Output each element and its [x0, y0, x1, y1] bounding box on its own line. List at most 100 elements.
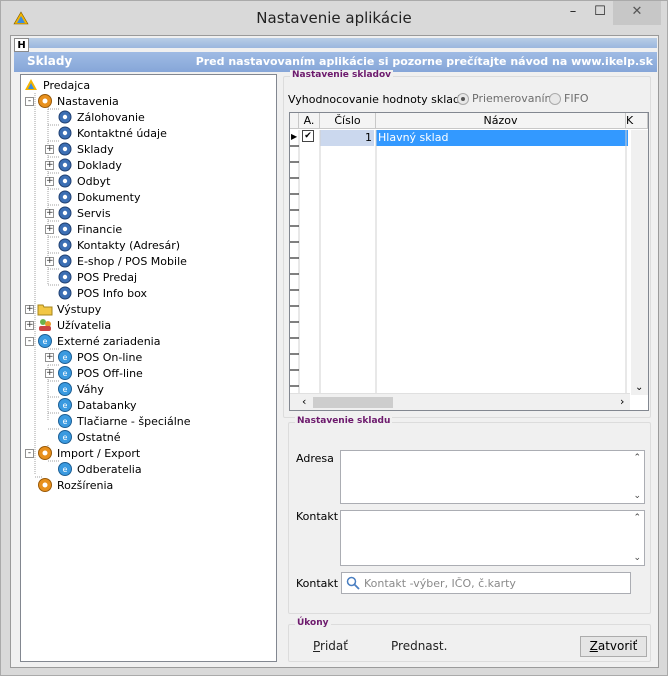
tree-item-label: Kontaktné údaje	[77, 126, 167, 140]
tree-item[interactable]: - Nastavenia	[25, 93, 119, 109]
tree-item[interactable]: Dokumenty	[45, 189, 140, 205]
tree-item[interactable]: + Odbyt	[45, 173, 110, 189]
add-button[interactable]: Pridať	[313, 639, 348, 653]
svg-text:e: e	[63, 385, 68, 394]
expand-icon[interactable]: +	[45, 160, 54, 170]
tree-item[interactable]: + Doklady	[45, 157, 122, 173]
textarea2-down-arrow-icon[interactable]: ⌄	[633, 553, 641, 563]
tree-item[interactable]: + Servis	[45, 205, 111, 221]
textarea-up-arrow-icon[interactable]: ⌃	[633, 453, 641, 463]
grid-header-name[interactable]: Názov	[376, 113, 626, 129]
collapse-icon[interactable]: -	[25, 336, 34, 346]
expand-icon[interactable]: +	[25, 320, 34, 330]
scroll-left-arrow-icon[interactable]: ‹	[302, 395, 306, 408]
tree-item-label: POS Off-line	[77, 366, 143, 380]
expand-icon[interactable]: +	[45, 352, 54, 362]
tree-item[interactable]: POS Predaj	[45, 269, 137, 285]
settings-cog-icon	[57, 157, 73, 173]
warehouses-grid[interactable]: A. Číslo Názov K ▶ ✔ 1 Hlavný sklad ⌄ ‹ …	[289, 112, 649, 411]
settings-cog-icon	[57, 237, 73, 253]
tree-item[interactable]: Rozšírenia	[25, 477, 113, 493]
close-window-button[interactable]: ✕	[613, 1, 661, 25]
textarea2-up-arrow-icon[interactable]: ⌃	[633, 513, 641, 523]
tree-item[interactable]: Kontakty (Adresár)	[45, 237, 180, 253]
tree-item[interactable]: e Ostatné	[45, 429, 121, 445]
tree-item[interactable]: e Váhy	[45, 381, 104, 397]
radio-fifo-dot[interactable]	[549, 92, 561, 105]
app-window: Nastavenie aplikácie – ☐ ✕ H Sklady Pred…	[0, 0, 668, 676]
tree-item[interactable]: Predajca	[23, 77, 90, 93]
tree-item-label: Tlačiarne - špeciálne	[77, 414, 191, 428]
settings-cog-icon	[57, 109, 73, 125]
collapse-icon[interactable]: -	[25, 96, 34, 106]
tree-item-label: Kontakty (Adresár)	[77, 238, 181, 252]
expand-icon[interactable]: +	[45, 368, 54, 378]
expand-icon[interactable]: +	[45, 176, 54, 186]
preferred-button[interactable]: Prednast.	[391, 639, 447, 653]
device-icon: e	[57, 413, 73, 429]
tree-item[interactable]: Zálohovanie	[45, 109, 145, 125]
device-icon: e	[57, 461, 73, 477]
expand-icon[interactable]: +	[45, 224, 54, 234]
warehouse-detail-title: Nastavenie skladu	[295, 416, 393, 426]
tree-item[interactable]: + Sklady	[45, 141, 114, 157]
tree-item[interactable]: e Tlačiarne - špeciálne	[45, 413, 191, 429]
tree-item[interactable]: - e Externé zariadenia	[25, 333, 160, 349]
tree-item[interactable]: + Financie	[45, 221, 122, 237]
grid-header-active[interactable]: A.	[299, 113, 320, 129]
tree-item[interactable]: + e POS Off-line	[45, 365, 143, 381]
expand-icon[interactable]: +	[45, 208, 54, 218]
tree-item[interactable]: + e POS On-line	[45, 349, 142, 365]
radio-average-dot[interactable]	[457, 92, 469, 105]
textarea-down-arrow-icon[interactable]: ⌄	[633, 491, 641, 501]
maximize-button[interactable]: ☐	[587, 1, 613, 25]
tree-item-label: Rozšírenia	[57, 478, 114, 492]
settings-cog-icon	[57, 253, 73, 269]
contact-lookup-label: Kontakt	[296, 577, 339, 590]
radio-fifo[interactable]: FIFO	[549, 92, 589, 105]
tree-item[interactable]: + Užívatelia	[25, 317, 111, 333]
collapse-icon[interactable]: -	[25, 448, 34, 458]
settings-cog-icon	[57, 221, 73, 237]
settings-cog-icon	[57, 269, 73, 285]
scroll-right-arrow-icon[interactable]: ›	[620, 395, 624, 408]
scroll-down-arrow-icon[interactable]: ⌄	[635, 382, 643, 393]
tree-item[interactable]: e Databanky	[45, 397, 136, 413]
radio-average[interactable]: Priemerovaním	[457, 92, 555, 105]
tree-item[interactable]: e Odberatelia	[45, 461, 142, 477]
device-icon: e	[57, 429, 73, 445]
grid-horizontal-scrollbar[interactable]: ‹ ›	[290, 393, 630, 410]
tree-item[interactable]: + E-shop / POS Mobile	[45, 253, 187, 269]
settings-cog-icon	[57, 189, 73, 205]
radio-average-label: Priemerovaním	[472, 92, 556, 105]
address-textarea[interactable]: ⌃ ⌄	[340, 450, 645, 504]
grid-header-number[interactable]: Číslo	[320, 113, 376, 129]
tree-item[interactable]: POS Info box	[45, 285, 147, 301]
scroll-thumb[interactable]	[313, 397, 393, 408]
device-icon: e	[57, 381, 73, 397]
svg-text:e: e	[63, 369, 68, 378]
valuation-label: Vyhodnocovanie hodnoty skladu	[288, 93, 468, 106]
expand-icon[interactable]: +	[25, 304, 34, 314]
svg-text:e: e	[63, 465, 68, 474]
warehouses-group-title: Nastavenie skladov	[290, 70, 394, 80]
expand-icon[interactable]: +	[45, 144, 54, 154]
expand-icon[interactable]: +	[45, 256, 54, 266]
tree-item[interactable]: Kontaktné údaje	[45, 125, 167, 141]
contact-textarea[interactable]: ⌃ ⌄	[340, 510, 645, 566]
radio-fifo-label: FIFO	[564, 92, 589, 105]
gear-icon	[37, 93, 53, 109]
ribbon-tab-h[interactable]: H	[14, 38, 29, 52]
grid-vertical-scrollbar[interactable]: ⌄	[631, 130, 648, 395]
tree-item-label: Databanky	[77, 398, 137, 412]
settings-tree[interactable]: Predajca - Nastavenia Zálohovanie Kontaktné …	[20, 74, 277, 662]
folder-icon	[37, 301, 53, 317]
tree-item[interactable]: + Výstupy	[25, 301, 101, 317]
tree-item[interactable]: - Import / Export	[25, 445, 140, 461]
gear-icon	[37, 477, 53, 493]
tree-item-label: Nastavenia	[57, 94, 119, 108]
minimize-button[interactable]: –	[559, 1, 587, 25]
grid-header-k[interactable]: K	[626, 113, 648, 129]
close-button[interactable]: Zatvoriť	[580, 636, 647, 657]
contact-search-input[interactable]: Kontakt -výber, IČO, č.karty	[341, 572, 631, 594]
